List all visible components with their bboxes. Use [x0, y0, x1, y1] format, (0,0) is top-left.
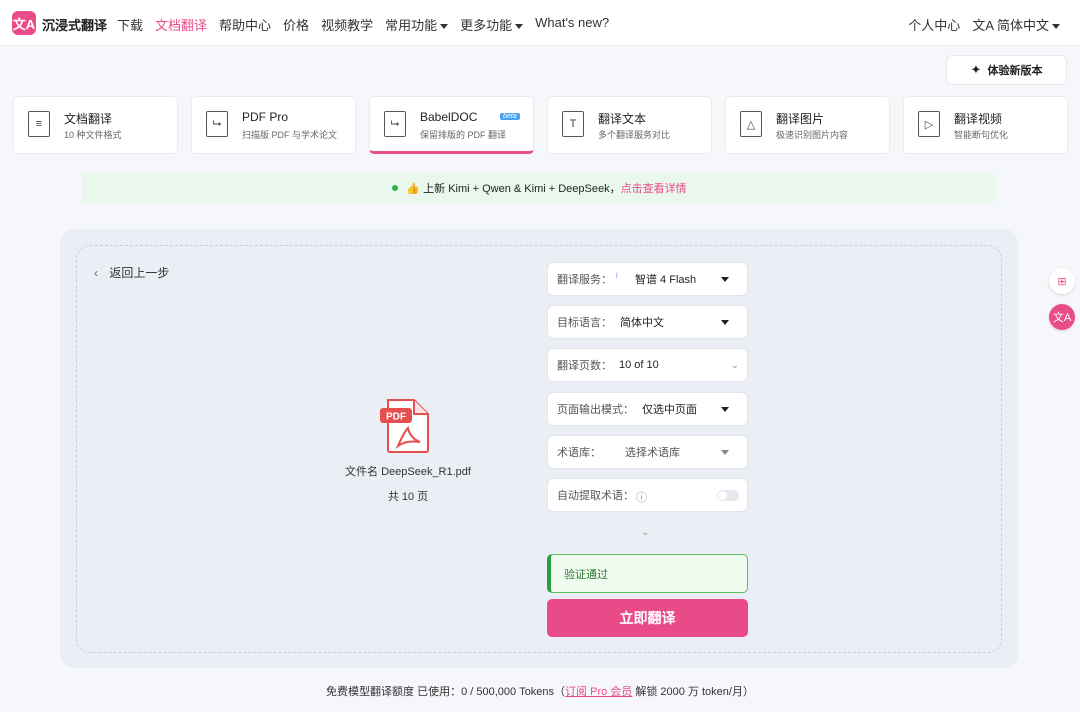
card-title: 翻译视频: [954, 112, 1003, 126]
info-icon[interactable]: ⓘ: [636, 489, 647, 505]
card-video-translate[interactable]: ▷ 翻译视频 智能断句优化: [903, 96, 1068, 154]
file-name: 文件名 DeepSeek_R1.pdf: [345, 466, 471, 478]
chevron-down-icon: [440, 24, 449, 30]
announcement-link[interactable]: 点击查看详情: [621, 180, 687, 196]
card-text-translate[interactable]: T 翻译文本 多个翻译服务对比: [547, 96, 712, 154]
translate-service-select[interactable]: 翻译服务： i 智谱 4 Flash: [547, 262, 748, 296]
quota-text: 免费模型翻译额度 已使用：0 / 500,000 Tokens（: [326, 686, 566, 698]
chevron-down-icon: [1052, 24, 1060, 30]
brand-name[interactable]: 沉浸式翻译: [42, 15, 107, 34]
document-icon: ≡: [28, 111, 50, 137]
info-icon[interactable]: i: [616, 271, 618, 280]
output-mode-select[interactable]: 页面输出模式： 仅选中页面: [547, 392, 748, 426]
card-subtitle: 极速识别图片内容: [776, 130, 849, 140]
nav-item-more-features-label: 更多功能: [460, 18, 513, 33]
nav-item-whats-new[interactable]: What's new?: [535, 15, 609, 34]
card-subtitle: 10 种文件格式: [64, 130, 122, 140]
pdf-icon: ⮡: [206, 111, 228, 137]
user-center-link[interactable]: 个人中心: [908, 15, 960, 34]
field-value: 仅选中页面: [642, 404, 697, 416]
card-subtitle: 扫描版 PDF 与学术论文: [242, 130, 338, 140]
announcement-banner: 👍 上新 Kimi + Qwen & Kimi + DeepSeek， 点击查看…: [83, 173, 996, 203]
caret-down-icon: [721, 406, 729, 412]
floating-translate-icon[interactable]: 文A: [1049, 304, 1075, 330]
card-title: BabelDOC: [420, 110, 478, 124]
field-label: 翻译页数：: [557, 360, 612, 372]
subscribe-pro-link[interactable]: 订阅 Pro 会员: [565, 686, 632, 698]
logo-icon[interactable]: 文A: [12, 11, 36, 35]
auto-extract-toggle[interactable]: [717, 489, 739, 501]
beta-badge: beta: [500, 113, 520, 120]
floating-apps-icon[interactable]: ⊞: [1049, 268, 1075, 294]
svg-text:PDF: PDF: [386, 412, 406, 423]
field-label: 翻译服务：: [557, 274, 612, 286]
page-range-select[interactable]: 翻译页数： 10 of 10 ⌄: [547, 348, 748, 382]
try-new-version-label: 体验新版本: [987, 65, 1043, 77]
verification-status: 验证通过: [547, 554, 748, 593]
dropzone[interactable]: [76, 245, 1002, 653]
video-icon: ▷: [918, 111, 940, 137]
language-label: 简体中文: [996, 18, 1049, 33]
top-nav-bar: 文A 沉浸式翻译 下载 文档翻译 帮助中心 价格 视频教学 常用功能 更多功能 …: [0, 0, 1080, 46]
sparkle-icon: ✦: [970, 62, 982, 77]
text-icon: T: [562, 111, 584, 137]
caret-down-icon: [721, 449, 729, 455]
pdf-file-icon: PDF: [380, 399, 429, 453]
card-title: 翻译文本: [598, 112, 647, 126]
try-new-version-button[interactable]: ✦ 体验新版本: [946, 55, 1067, 85]
card-title: 翻译图片: [776, 112, 825, 126]
caret-down-icon: [721, 319, 729, 325]
card-subtitle: 保留排版的 PDF 翻译: [420, 130, 507, 140]
translate-now-button[interactable]: 立即翻译: [547, 599, 748, 637]
field-value: 智谱 4 Flash: [635, 274, 697, 286]
announcement-text: 👍 上新 Kimi + Qwen & Kimi + DeepSeek，: [406, 183, 621, 195]
card-image-translate[interactable]: △ 翻译图片 极速识别图片内容: [725, 96, 890, 154]
nav-item-help[interactable]: 帮助中心: [219, 15, 271, 34]
nav-item-common-features[interactable]: 常用功能: [385, 15, 449, 34]
back-label: 返回上一步: [109, 266, 170, 280]
field-value: 简体中文: [620, 317, 664, 329]
feature-cards: ≡ 文档翻译 10 种文件格式 ⮡ PDF Pro 扫描版 PDF 与学术论文 …: [13, 96, 1068, 154]
quota-footer: 免费模型翻译额度 已使用：0 / 500,000 Tokens（订阅 Pro 会…: [0, 683, 1080, 699]
chevron-down-icon: [515, 24, 524, 30]
nav-item-download[interactable]: 下载: [117, 15, 143, 34]
target-language-select[interactable]: 目标语言： 简体中文: [547, 305, 748, 339]
status-dot-icon: [392, 185, 399, 191]
caret-down-icon: [721, 276, 729, 282]
expand-more-chevron-icon[interactable]: ⌄: [641, 527, 649, 538]
card-subtitle: 智能断句优化: [954, 130, 1009, 140]
image-icon: △: [740, 111, 762, 137]
card-babeldoc[interactable]: ⮡ BabelDOC beta 保留排版的 PDF 翻译: [369, 96, 534, 154]
field-label: 目标语言：: [557, 317, 612, 329]
field-value: 10 of 10: [619, 359, 659, 371]
nav-item-common-features-label: 常用功能: [385, 18, 438, 33]
top-right-menu: 个人中心 文A 简体中文: [908, 15, 1060, 34]
card-doc-translate[interactable]: ≡ 文档翻译 10 种文件格式: [13, 96, 178, 154]
file-page-count: 共 10 页: [387, 491, 429, 503]
quota-suffix: 解锁 2000 万 token/月）: [632, 686, 754, 698]
chevron-down-icon: ⌄: [730, 359, 739, 371]
card-title: 文档翻译: [64, 112, 113, 126]
chevron-left-icon: ‹: [94, 266, 98, 280]
field-placeholder: 选择术语库: [625, 447, 680, 459]
nav-item-video-tutorial[interactable]: 视频教学: [321, 15, 373, 34]
field-label: 页面输出模式：: [557, 404, 634, 416]
pdf-icon: ⮡: [384, 111, 406, 137]
back-button[interactable]: ‹ 返回上一步: [94, 264, 169, 281]
nav-item-doc-translate[interactable]: 文档翻译: [155, 15, 207, 34]
main-nav: 下载 文档翻译 帮助中心 价格 视频教学 常用功能 更多功能 What's ne…: [117, 15, 621, 34]
field-label: 术语库：: [557, 447, 601, 459]
card-pdf-pro[interactable]: ⮡ PDF Pro 扫描版 PDF 与学术论文: [191, 96, 356, 154]
language-selector[interactable]: 文A 简体中文: [972, 15, 1060, 34]
translate-icon: 文A: [972, 18, 994, 33]
glossary-select[interactable]: 术语库： 选择术语库: [547, 435, 748, 469]
auto-extract-terms-row: 自动提取术语： ⓘ: [547, 478, 748, 512]
nav-item-pricing[interactable]: 价格: [283, 15, 309, 34]
card-title: PDF Pro: [242, 110, 289, 124]
nav-item-more-features[interactable]: 更多功能: [460, 15, 524, 34]
card-subtitle: 多个翻译服务对比: [598, 130, 671, 140]
field-label: 自动提取术语：: [557, 490, 634, 502]
